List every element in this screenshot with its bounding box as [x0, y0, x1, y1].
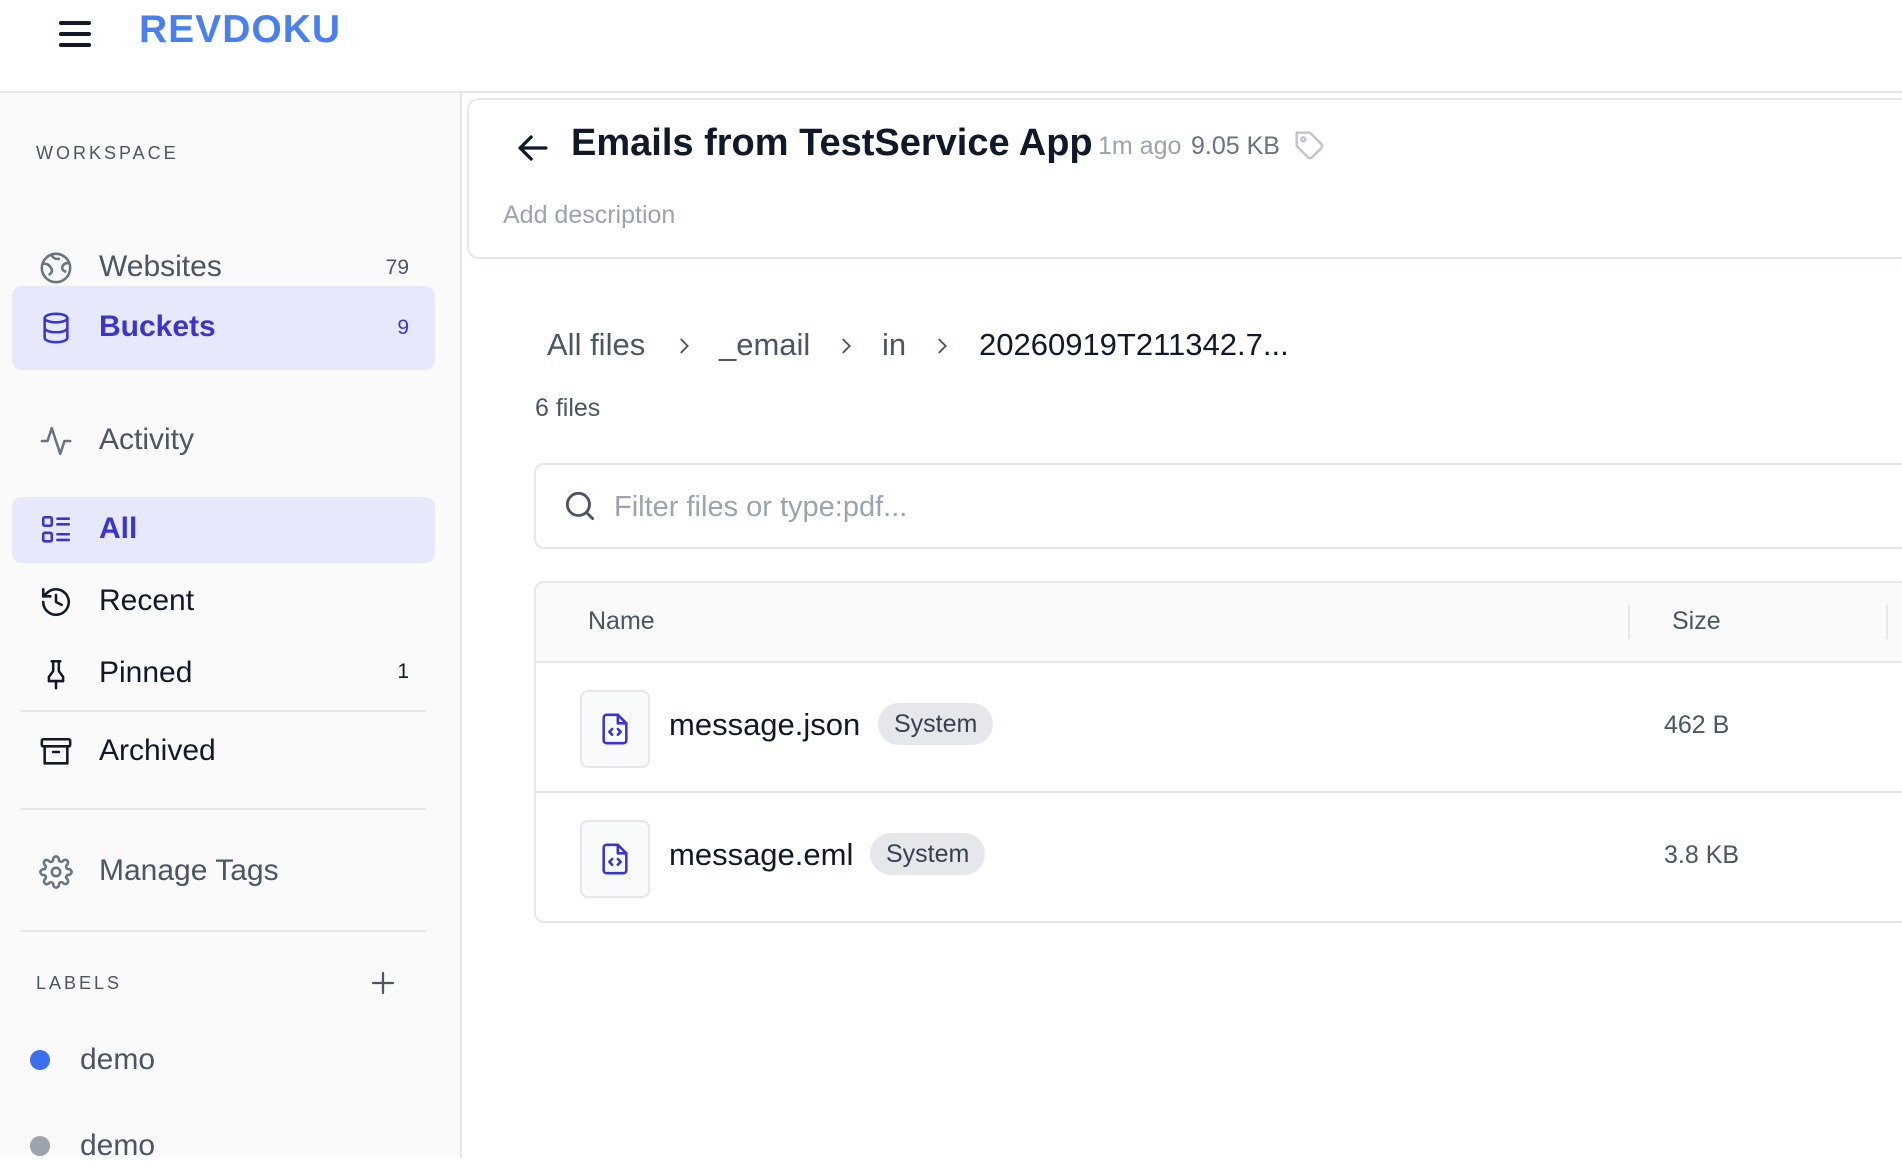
document-header: Emails from TestService App 1m ago 9.05 …: [467, 98, 1902, 259]
menu-icon[interactable]: [56, 14, 96, 54]
globe-icon: [38, 250, 74, 286]
sidebar-item-count: 9: [397, 316, 409, 339]
search-input[interactable]: [612, 479, 1816, 535]
label-item-demo[interactable]: demo: [30, 1035, 155, 1085]
updated-time: 1m ago: [1098, 132, 1182, 160]
chevron-right-icon: [842, 338, 851, 354]
database-icon: [38, 310, 74, 346]
sidebar-item-label: Buckets: [99, 310, 216, 343]
search-box: [534, 463, 1902, 549]
sidebar-item-buckets[interactable]: Buckets 9: [12, 286, 435, 370]
system-badge: System: [870, 833, 986, 875]
column-header-name[interactable]: Name: [588, 607, 655, 636]
file-code-icon: [580, 690, 650, 768]
column-resize-handle[interactable]: [1628, 605, 1630, 639]
label-color-dot: [30, 1136, 50, 1156]
breadcrumb-email[interactable]: _email: [719, 327, 810, 363]
table-row[interactable]: message.json System 462 B: [536, 663, 1902, 793]
sidebar-item-activity[interactable]: Activity: [12, 399, 435, 483]
file-size: 462 B: [1664, 711, 1730, 739]
label-item-demo-2[interactable]: demo: [30, 1121, 155, 1171]
tag-icon[interactable]: [1294, 130, 1326, 162]
archive-icon: [38, 734, 74, 770]
sidebar-item-pinned[interactable]: Pinned 1: [12, 641, 435, 707]
list-icon: [38, 512, 74, 548]
sidebar-item-count: 1: [397, 660, 409, 683]
sidebar-item-label: Recent: [99, 584, 195, 617]
sidebar-item-label: Websites: [99, 250, 222, 283]
sidebar: WORKSPACE Websites 79 Buckets 9 Activity…: [0, 93, 462, 1162]
back-arrow-icon[interactable]: [511, 126, 555, 170]
breadcrumb-all-files[interactable]: All files: [547, 327, 645, 363]
column-resize-handle[interactable]: [1886, 605, 1888, 639]
add-description-field[interactable]: Add description: [503, 201, 675, 230]
add-label-button[interactable]: [366, 966, 400, 1000]
breadcrumb-current-folder: 20260919T211342.7...: [979, 327, 1289, 362]
chevron-right-icon: [938, 338, 947, 354]
labels-section-title: LABELS: [36, 973, 123, 993]
sidebar-item-label: All: [99, 512, 138, 545]
table-header: Name Size: [536, 583, 1902, 663]
pin-icon: [38, 656, 74, 692]
divider: [20, 930, 426, 932]
sidebar-item-label: Manage Tags: [99, 854, 279, 887]
file-count: 6 files: [535, 394, 601, 422]
table-row[interactable]: message.eml System 3.8 KB: [536, 793, 1902, 921]
brand-logo[interactable]: REVDOKU: [139, 8, 341, 52]
sidebar-item-label: Activity: [99, 423, 195, 456]
search-icon: [561, 487, 599, 525]
chevron-right-icon: [680, 338, 689, 354]
sidebar-item-count: 79: [385, 256, 409, 279]
manage-tags-item[interactable]: Manage Tags: [12, 839, 435, 905]
history-icon: [38, 584, 74, 620]
page-title[interactable]: Emails from TestService App: [571, 122, 1093, 165]
sidebar-item-recent[interactable]: Recent: [12, 569, 435, 635]
sidebar-item-label: Pinned: [99, 656, 193, 689]
system-badge: System: [878, 703, 994, 745]
column-header-size[interactable]: Size: [1672, 607, 1721, 636]
workspace-section-title: WORKSPACE: [36, 143, 179, 163]
gear-icon: [38, 854, 74, 890]
file-size: 3.8 KB: [1664, 841, 1740, 869]
activity-icon: [38, 423, 74, 459]
sidebar-item-all[interactable]: All: [12, 497, 435, 563]
divider: [20, 710, 426, 712]
files-table: Name Size message.json System 462 B mess…: [534, 581, 1902, 923]
total-size: 9.05 KB: [1191, 132, 1280, 160]
label-color-dot: [30, 1050, 50, 1070]
file-name[interactable]: message.json: [669, 707, 860, 743]
file-code-icon: [580, 820, 650, 898]
label-text: demo: [80, 1043, 156, 1076]
file-name[interactable]: message.eml: [669, 837, 853, 873]
top-bar: REVDOKU: [0, 0, 1902, 93]
breadcrumb-in[interactable]: in: [882, 327, 906, 363]
sidebar-item-label: Archived: [99, 734, 216, 767]
sidebar-item-archived[interactable]: Archived: [12, 719, 435, 785]
divider: [20, 808, 426, 810]
